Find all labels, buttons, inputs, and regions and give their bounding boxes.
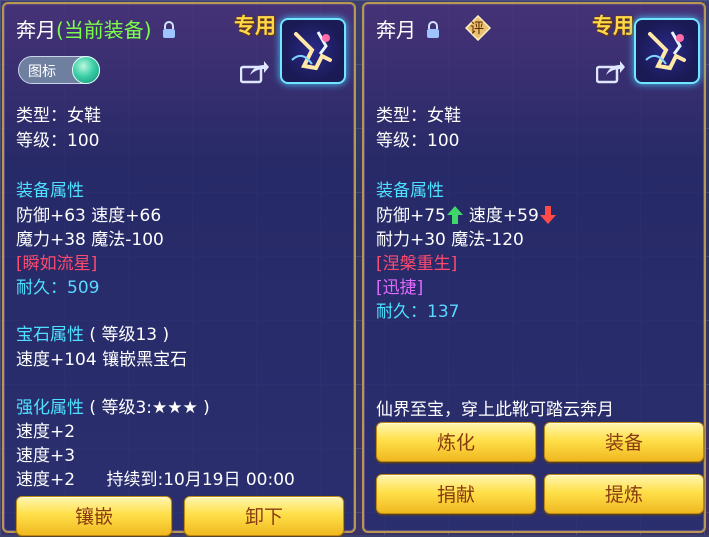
- rate-badge-icon[interactable]: 评: [464, 14, 492, 42]
- item-level: 等级：100: [376, 131, 460, 151]
- enhance-line-2: 速度+3: [16, 446, 76, 466]
- icon-toggle[interactable]: 图标: [18, 56, 100, 84]
- equipment-attributes-header: 装备属性: [376, 181, 444, 201]
- current-equipment-panel: 奔月(当前装备) 专用 图标 类型：女鞋 等级：100 装备属性 防御+63 速…: [2, 2, 356, 536]
- special-effect-1: [涅槃重生]: [376, 254, 458, 274]
- attribute-line-2: 魔力+38 魔法-100: [16, 230, 164, 250]
- enhance-header: 强化属性: [16, 398, 84, 418]
- icon-toggle-label: 图标: [28, 64, 56, 80]
- toggle-knob[interactable]: [72, 56, 100, 84]
- item-name: 奔月: [376, 18, 416, 42]
- speed-value: 速度+59: [468, 206, 539, 226]
- item-title: 奔月(当前装备): [16, 14, 176, 44]
- defense-value: 防御+75: [376, 206, 446, 226]
- enhance-line-3-value: 速度+2: [16, 470, 76, 490]
- share-icon[interactable]: [239, 60, 270, 88]
- gem-header: 宝石属性: [16, 325, 84, 345]
- durability-label: 耐久：: [16, 278, 67, 298]
- boots-item-icon[interactable]: [280, 18, 346, 84]
- item-type: 类型：女鞋: [16, 106, 101, 126]
- gem-level: ( 等级13 ): [89, 325, 170, 345]
- arrow-down-icon: [539, 206, 556, 229]
- lock-icon[interactable]: [162, 20, 176, 44]
- gem-attribute-line: 速度+104 镶嵌黑宝石: [16, 350, 188, 370]
- durability: 耐久：509: [16, 273, 99, 298]
- refine-button[interactable]: 炼化: [376, 422, 536, 462]
- boots-item-icon[interactable]: [634, 18, 700, 84]
- share-icon[interactable]: [595, 60, 626, 88]
- attribute-line-2: 耐力+30 魔法-120: [376, 230, 524, 250]
- enhance-attributes: 强化属性 ( 等级3:★★★ ): [16, 393, 210, 418]
- item-description: 仙界至宝，穿上此靴可踏云奔月: [376, 400, 614, 420]
- equipment-attributes-header: 装备属性: [16, 181, 84, 201]
- durability-value: 509: [67, 278, 100, 298]
- donate-button[interactable]: 捐献: [376, 474, 536, 514]
- enhance-line-1: 速度+2: [16, 422, 76, 442]
- enhance-duration: 持续到:10月19日 00:00: [106, 470, 295, 490]
- durability-label: 耐久：: [376, 302, 427, 322]
- exclusive-label: 专用: [234, 14, 276, 38]
- enhance-line-3: 速度+2 持续到:10月19日 00:00: [16, 465, 295, 490]
- item-level: 等级：100: [16, 131, 100, 151]
- special-effect-2: [迅捷]: [376, 278, 424, 298]
- gem-attributes: 宝石属性 ( 等级13 ): [16, 320, 169, 345]
- item-title: 奔月: [376, 14, 440, 44]
- rate-badge-label: 评: [470, 21, 484, 37]
- equipped-status: (当前装备): [56, 18, 152, 42]
- enhance-level: ( 等级3:★★★ ): [89, 398, 210, 418]
- exclusive-label: 专用: [592, 14, 634, 38]
- unequip-button[interactable]: 卸下: [184, 496, 344, 536]
- item-type: 类型：女鞋: [376, 106, 461, 126]
- extract-button[interactable]: 提炼: [544, 474, 704, 514]
- item-name: 奔月: [16, 18, 56, 42]
- lock-icon[interactable]: [426, 20, 440, 44]
- attribute-line-1: 防御+63 速度+66: [16, 206, 162, 226]
- inlay-button[interactable]: 镶嵌: [16, 496, 172, 536]
- durability-value: 137: [427, 302, 460, 322]
- special-effect: [瞬如流星]: [16, 254, 98, 274]
- durability: 耐久：137: [376, 297, 459, 322]
- equip-button[interactable]: 装备: [544, 422, 704, 462]
- compare-equipment-panel: 奔月 评 专用 类型：女鞋 等级：100 装备属性 防御+75 速度+59 耐力+…: [362, 2, 706, 533]
